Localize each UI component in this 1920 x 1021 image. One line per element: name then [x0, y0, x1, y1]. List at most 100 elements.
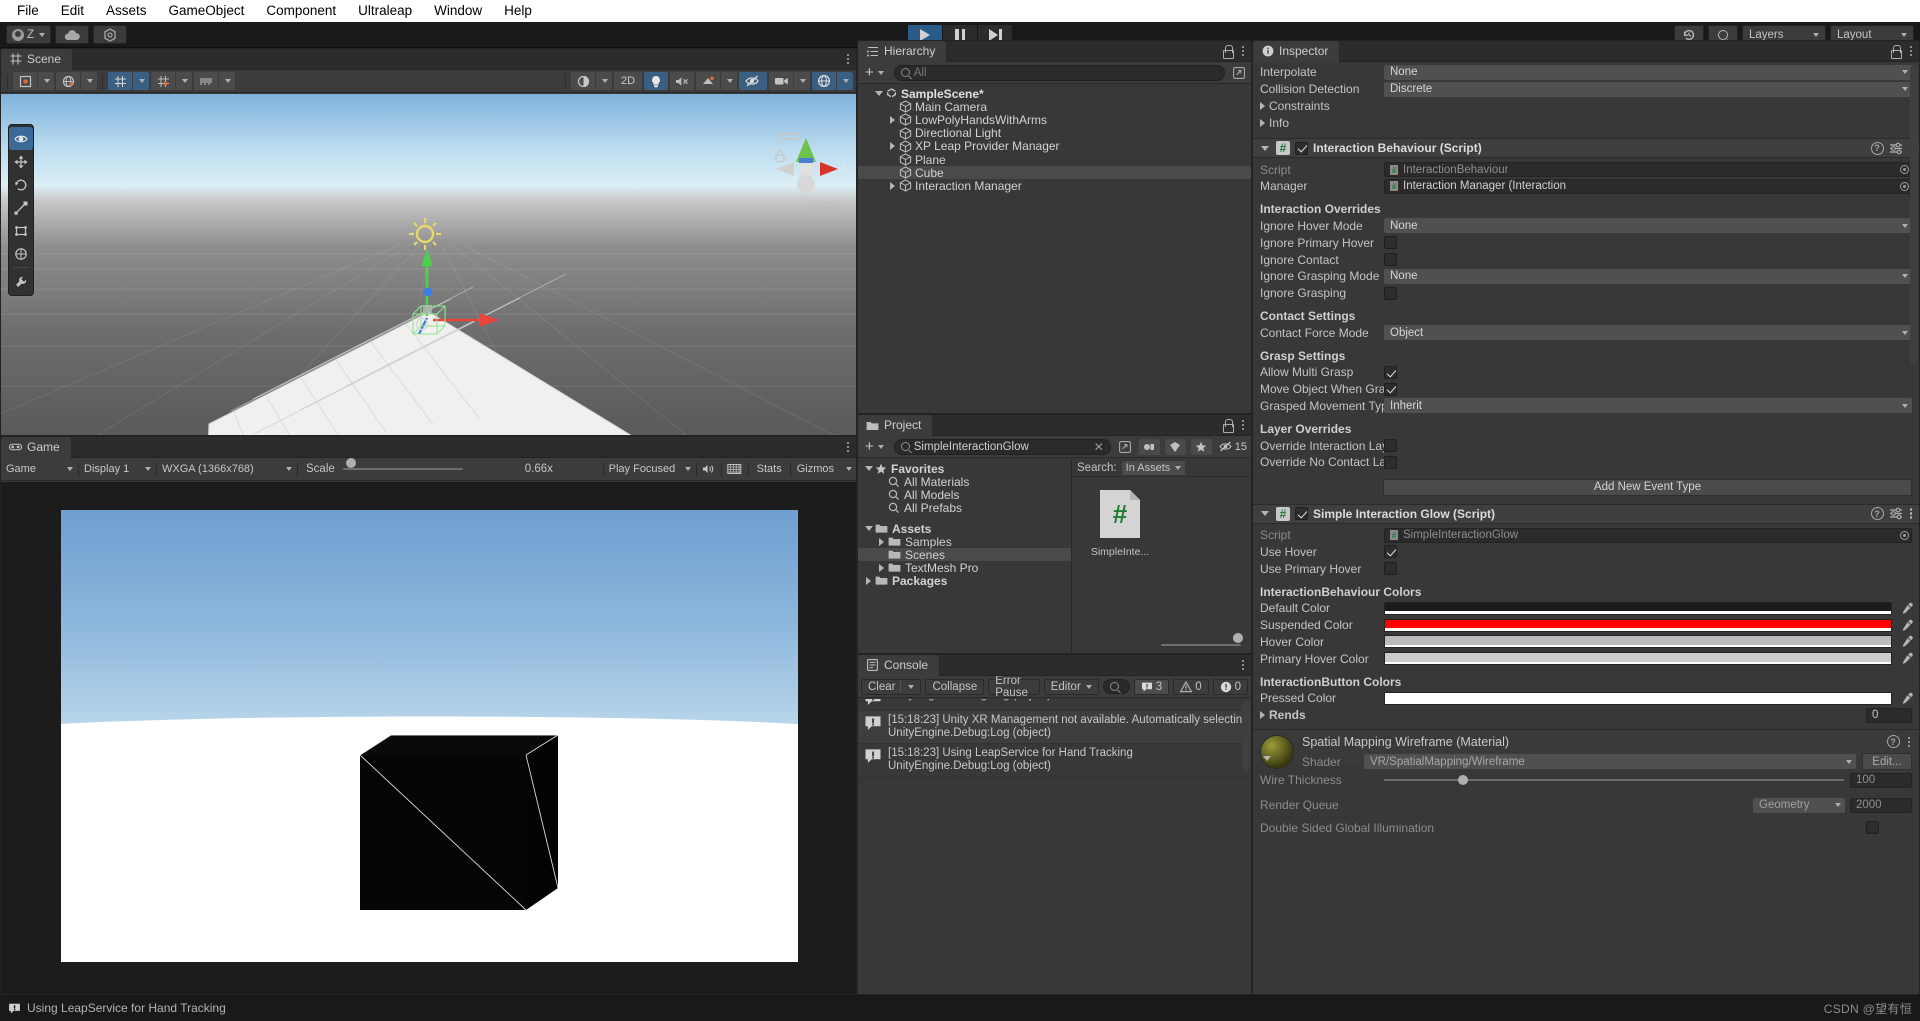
eyedropper-icon[interactable] [1899, 601, 1915, 616]
foldout-arrow[interactable] [886, 181, 899, 190]
filter-type-button[interactable] [1138, 438, 1160, 455]
field-checkbox[interactable] [1384, 562, 1397, 576]
rotate-tool-button[interactable] [9, 173, 33, 196]
project-search-input[interactable]: SimpleInteractionGlow ✕ [893, 438, 1111, 455]
hierarchy-row[interactable]: SampleScene* [858, 87, 1251, 101]
field-dropdown[interactable]: Discrete [1384, 81, 1912, 97]
scene-fx-dropdown[interactable] [721, 72, 737, 90]
snap-dropdown[interactable] [176, 72, 192, 90]
hierarchy-row[interactable]: LowPolyHandsWithArms [858, 113, 1251, 127]
console-log-row[interactable]: [15:18:23] Unity XR Management not avail… [858, 711, 1251, 744]
hierarchy-search-input[interactable]: All [893, 64, 1225, 81]
help-icon[interactable]: ? [1870, 507, 1884, 521]
foldout-arrow[interactable] [1256, 711, 1269, 720]
project-tree-row[interactable]: Packages [858, 574, 1071, 588]
hierarchy-row[interactable]: Directional Light [858, 126, 1251, 140]
scale-slider-knob[interactable] [345, 458, 356, 468]
hierarchy-add-button[interactable]: + [862, 65, 887, 80]
component-enabled-checkbox[interactable] [1295, 507, 1308, 521]
object-picker-button[interactable] [1897, 180, 1911, 193]
foldout-arrow[interactable] [886, 115, 899, 124]
snap-increment-button[interactable] [151, 72, 175, 90]
project-tree-row[interactable]: Scenes [858, 548, 1071, 562]
eyedropper-icon[interactable] [1899, 691, 1915, 706]
color-swatch[interactable] [1384, 635, 1892, 649]
zoom-slider-knob[interactable] [1233, 633, 1243, 643]
field-checkbox[interactable] [1384, 236, 1397, 250]
preset-icon[interactable] [1889, 142, 1903, 155]
stats-button[interactable]: Stats [749, 460, 790, 478]
project-tree[interactable]: Favorites All Materials All Models All Pref… [858, 459, 1072, 653]
color-swatch[interactable] [1384, 652, 1892, 666]
console-search-input[interactable] [1102, 679, 1130, 694]
grid-dropdown[interactable] [133, 72, 149, 90]
object-picker-button[interactable] [1897, 163, 1911, 176]
shading-mode-button[interactable] [571, 72, 595, 90]
move-tool-button[interactable] [9, 150, 33, 173]
project-tree-row[interactable]: TextMesh Pro [858, 561, 1071, 575]
rends-size-field[interactable]: 0 [1866, 707, 1912, 723]
console-log-count[interactable]: 3 [1133, 678, 1170, 695]
foldout-arrow[interactable] [1258, 511, 1271, 517]
project-tree-row[interactable]: All Materials [858, 475, 1071, 489]
game-viewport[interactable] [1, 482, 856, 994]
project-add-button[interactable]: + [862, 439, 887, 454]
search-scope-dropdown[interactable]: In Assets [1121, 460, 1186, 475]
object-picker-button[interactable] [1897, 529, 1911, 542]
tab-inspector[interactable]: Inspector [1253, 40, 1340, 62]
scene-viewport[interactable]: x ‹ Persp [1, 94, 856, 435]
foldout-arrow[interactable] [875, 563, 888, 572]
add-new-event-type-button[interactable]: Add New Event Type [1383, 478, 1912, 496]
menu-item-ultraleap[interactable]: Ultraleap [347, 0, 423, 22]
2d-toggle-button[interactable]: 2D [614, 72, 642, 90]
field-dropdown[interactable]: None [1384, 218, 1912, 234]
scene-audio-button[interactable] [670, 72, 694, 90]
foldout-arrow[interactable] [1258, 145, 1271, 151]
project-zoom-slider[interactable] [1072, 633, 1251, 653]
console-warning-count[interactable]: 0 [1173, 678, 1209, 695]
tab-game[interactable]: Game [1, 436, 71, 458]
component-enabled-checkbox[interactable] [1295, 141, 1308, 155]
hand-tool-button[interactable] [9, 127, 33, 150]
filter-label-button[interactable] [1164, 438, 1186, 455]
console-scrollbar[interactable] [1242, 701, 1250, 771]
gizmos-toggle-button[interactable]: Gizmos [791, 460, 840, 478]
material-menu-kebab[interactable] [1906, 735, 1913, 750]
inspector-menu-kebab[interactable] [1908, 44, 1915, 59]
field-checkbox[interactable] [1384, 365, 1397, 379]
inspector-body[interactable]: Interpolate None Collision Detection Discre… [1253, 62, 1919, 994]
scale-tool-button[interactable] [9, 196, 33, 219]
aspect-mode-dropdown[interactable]: Game [1, 460, 78, 478]
foldout-arrow[interactable] [886, 142, 899, 151]
hierarchy-tree[interactable]: SampleScene* Main Camera LowPolyHandsWithA… [858, 85, 1251, 413]
mute-audio-button[interactable] [697, 460, 721, 478]
tab-project[interactable]: Project [858, 414, 933, 436]
render-queue-number[interactable]: 2000 [1850, 797, 1912, 813]
project-tree-row[interactable]: Samples [858, 535, 1071, 549]
console-menu-kebab[interactable] [1240, 658, 1247, 673]
grid-visibility-button[interactable] [108, 72, 132, 90]
project-menu-kebab[interactable] [1240, 418, 1247, 433]
wire-thickness-slider-track[interactable] [1384, 779, 1844, 782]
lock-icon[interactable] [1890, 45, 1902, 59]
foldout-arrow[interactable] [872, 91, 885, 97]
project-tree-row[interactable]: All Models [858, 488, 1071, 502]
field-dropdown[interactable]: None [1384, 268, 1912, 284]
hierarchy-row[interactable]: Main Camera [858, 100, 1251, 114]
transform-tool-button[interactable] [9, 242, 33, 265]
project-search-popout-button[interactable] [1117, 439, 1133, 455]
wire-thickness-slider-knob[interactable] [1457, 775, 1468, 786]
lock-icon[interactable] [1222, 419, 1234, 433]
field-dropdown[interactable]: Object [1384, 325, 1912, 341]
field-checkbox[interactable] [1384, 545, 1397, 559]
help-icon[interactable]: ? [1886, 735, 1900, 749]
object-field[interactable]: # InteractionBehaviour [1384, 162, 1912, 178]
camera-settings-button[interactable] [769, 72, 793, 90]
color-swatch[interactable] [1384, 618, 1892, 632]
field-checkbox[interactable] [1384, 382, 1397, 396]
console-log-row[interactable]: UnityEngine.Debug:Log (object) [858, 699, 1251, 711]
field-checkbox[interactable] [1384, 455, 1397, 469]
object-field[interactable]: # Interaction Manager (Interaction [1384, 178, 1912, 194]
play-focus-dropdown[interactable]: Play Focused [604, 460, 696, 478]
console-error-count[interactable]: 0 [1212, 678, 1248, 695]
